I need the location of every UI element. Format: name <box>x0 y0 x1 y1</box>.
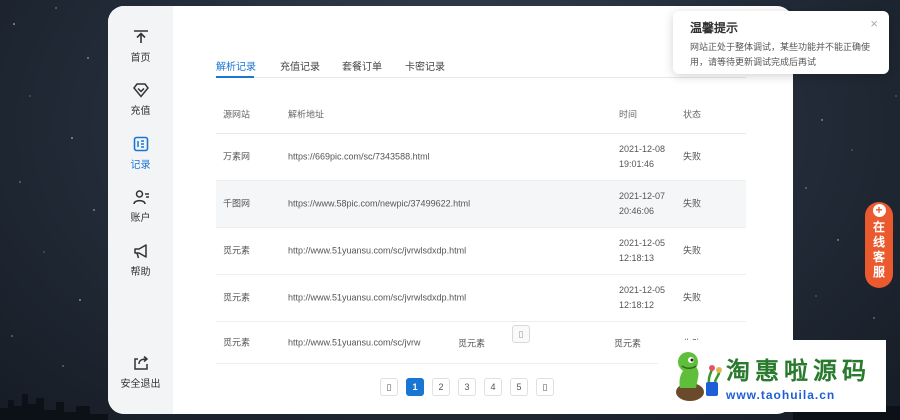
watermark: 淘惠啦源码 www.taohuila.cn <box>658 340 886 412</box>
page-button[interactable]: 4 <box>484 378 502 396</box>
diamond-icon <box>130 79 152 101</box>
watermark-url: www.taohuila.cn <box>726 387 836 402</box>
cell-clock: 12:18:12 <box>619 300 655 310</box>
active-tab-indicator <box>216 76 254 78</box>
tab-package-orders[interactable]: 套餐订单 <box>342 58 382 73</box>
cell-date: 2021-12-08 <box>619 144 666 154</box>
cell-clock: 20:46:06 <box>619 206 655 216</box>
sidebar-item-help[interactable]: 帮助 <box>108 240 173 278</box>
notice-popup: 温馨提示 网站正处于整体调试，某些功能并不能正确使用，请等待更新调试完成后再试 … <box>673 11 889 74</box>
table-header: 源网站 解析地址 时间 状态 <box>216 96 746 134</box>
cell-date: 2021-12-07 <box>619 191 666 201</box>
tab-parse-records[interactable]: 解析记录 <box>216 58 256 73</box>
tab-recharge-records[interactable]: 充值记录 <box>280 58 320 73</box>
close-icon[interactable]: × <box>870 16 878 31</box>
next-page-button[interactable]: ▯ <box>536 378 554 396</box>
cell-site: 觅元素 <box>223 292 251 303</box>
cell-url[interactable]: https://669pic.com/sc/7343588.html <box>288 150 430 165</box>
logout-button[interactable]: 安全退出 <box>108 352 173 390</box>
pagination: ▯ 1 2 3 4 5 ▯ <box>380 378 554 396</box>
cell-clock: 19:01:46 <box>619 159 655 169</box>
cell-url[interactable]: http://www.51yuansu.com/sc/jvrwlsdxdp.ht… <box>288 291 466 306</box>
watermark-text: 淘惠啦源码 www.taohuila.cn <box>726 351 871 402</box>
online-service-button[interactable]: + 在线客服 <box>865 202 893 288</box>
sidebar-item-label: 首页 <box>130 53 151 64</box>
header-status: 状态 <box>683 109 702 119</box>
cell-url[interactable]: https://www.58pic.com/newpic/37499622.ht… <box>288 197 470 212</box>
sidebar-item-label: 记录 <box>130 160 151 171</box>
notice-body: 网站正处于整体调试，某些功能并不能正确使用，请等待更新调试完成后再试 <box>690 42 871 67</box>
page-button[interactable]: 5 <box>510 378 528 396</box>
table-row[interactable]: 觅元素 http://www.51yuansu.com/sc/jvrwlsdxd… <box>216 228 746 275</box>
cell-site: 觅元素 <box>223 245 251 256</box>
table-row[interactable]: 万素网 https://669pic.com/sc/7343588.html 2… <box>216 134 746 181</box>
sidebar-item-records[interactable]: 记录 <box>108 133 173 171</box>
logout-label: 安全退出 <box>120 379 161 390</box>
sidebar: 首页 充值 记录 账户 帮助 安全退出 <box>108 6 173 414</box>
logout-icon <box>130 352 152 374</box>
page-button[interactable]: 1 <box>406 378 424 396</box>
cell-url[interactable]: http://www.51yuansu.com/sc/jvrw <box>288 335 421 350</box>
cell-site: 万素网 <box>223 151 251 162</box>
sidebar-item-recharge[interactable]: 充值 <box>108 79 173 117</box>
sidebar-item-home[interactable]: 首页 <box>108 26 173 64</box>
page-button[interactable]: 2 <box>432 378 450 396</box>
header-url: 解析地址 <box>288 109 325 119</box>
cell-site: 觅元素 <box>223 337 251 347</box>
service-label: 在线客服 <box>872 220 885 279</box>
home-icon <box>130 26 152 48</box>
tab-bar: 解析记录 充值记录 套餐订单 卡密记录 <box>216 52 746 78</box>
table-row[interactable]: 觅元素 http://www.51yuansu.com/sc/jvrwlsdxd… <box>216 275 746 322</box>
tab-card-records[interactable]: 卡密记录 <box>405 58 445 73</box>
dinosaur-logo-icon <box>676 352 722 401</box>
cell-clock: 12:18:13 <box>619 253 655 263</box>
cell-time: 2021-12-07 20:46:06 <box>619 189 665 219</box>
notice-title: 温馨提示 <box>690 21 739 35</box>
cell-date: 2021-12-05 <box>619 238 666 248</box>
prev-page-button[interactable]: ▯ <box>380 378 398 396</box>
header-site: 源网站 <box>223 109 251 119</box>
sidebar-item-label: 充值 <box>130 106 151 117</box>
records-table: 源网站 解析地址 时间 状态 万素网 https://669pic.com/sc… <box>216 96 746 364</box>
user-icon <box>130 186 152 208</box>
sidebar-item-label: 帮助 <box>130 267 151 278</box>
overlay-site-label: 觅元素 <box>458 338 486 348</box>
overlay-site-label: 觅元素 <box>614 338 642 348</box>
table-row[interactable]: 千图网 https://www.58pic.com/newpic/3749962… <box>216 181 746 228</box>
record-icon <box>130 133 152 155</box>
square-icon[interactable]: ▯ <box>512 325 530 343</box>
watermark-title: 淘惠啦源码 <box>726 357 871 385</box>
cell-site: 千图网 <box>223 198 251 209</box>
cell-time: 2021-12-05 12:18:12 <box>619 283 665 313</box>
cell-status: 失败 <box>683 151 702 162</box>
cell-url[interactable]: http://www.51yuansu.com/sc/jvrwlsdxdp.ht… <box>288 244 466 259</box>
cell-status: 失败 <box>683 245 702 256</box>
sidebar-item-label: 账户 <box>130 213 151 224</box>
cell-time: 2021-12-05 12:18:13 <box>619 236 665 266</box>
cell-status: 失败 <box>683 198 702 209</box>
megaphone-icon <box>130 240 152 262</box>
sidebar-item-account[interactable]: 账户 <box>108 186 173 224</box>
cell-date: 2021-12-05 <box>619 285 666 295</box>
header-time: 时间 <box>619 109 638 119</box>
cell-status: 失败 <box>683 292 702 303</box>
page-button[interactable]: 3 <box>458 378 476 396</box>
cell-time: 2021-12-08 19:01:46 <box>619 142 665 172</box>
plus-icon: + <box>872 204 886 217</box>
